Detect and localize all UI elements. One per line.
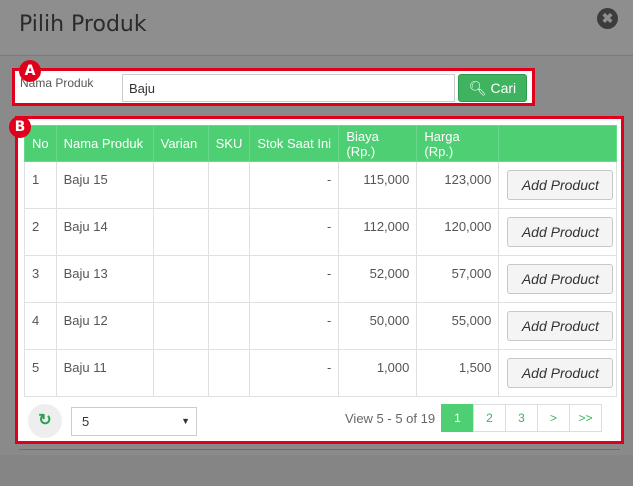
- cell-stok: -: [249, 161, 340, 209]
- table-row: 2 Baju 14 - 112,000 120,000 Add Product: [24, 208, 618, 256]
- results-table-highlight: No Nama Produk Varian SKU Stok Saat Ini …: [15, 116, 624, 444]
- add-product-button[interactable]: Add Product: [507, 170, 614, 200]
- cell-biaya: 52,000: [338, 255, 418, 303]
- cell-biaya: 112,000: [338, 208, 418, 256]
- per-page-select[interactable]: 5 ▼: [71, 407, 197, 436]
- modal-header: Pilih Produk ✖: [0, 0, 633, 56]
- col-stok: Stok Saat Ini: [249, 125, 340, 162]
- cell-action: Add Product: [498, 255, 618, 303]
- col-biaya: Biaya (Rp.): [338, 125, 418, 162]
- table-header-row: No Nama Produk Varian SKU Stok Saat Ini …: [24, 125, 618, 162]
- cell-name: Baju 14: [55, 208, 154, 256]
- cell-stok: -: [249, 255, 340, 303]
- col-name: Nama Produk: [55, 125, 154, 162]
- table-row: 3 Baju 13 - 52,000 57,000 Add Product: [24, 255, 618, 303]
- col-varian: Varian: [152, 125, 209, 162]
- annotation-badge-a: A: [19, 60, 41, 82]
- table-row: 4 Baju 12 - 50,000 55,000 Add Product: [24, 302, 618, 350]
- page-last[interactable]: >>: [569, 404, 602, 432]
- cell-action: Add Product: [498, 161, 618, 209]
- cell-stok: -: [249, 349, 340, 397]
- cell-varian: [152, 349, 209, 397]
- cell-sku: [207, 349, 251, 397]
- cell-varian: [152, 302, 209, 350]
- cell-no: 2: [24, 208, 57, 256]
- cell-sku: [207, 208, 251, 256]
- col-sku: SKU: [207, 125, 251, 162]
- add-product-button[interactable]: Add Product: [507, 264, 614, 294]
- product-name-input[interactable]: [122, 74, 455, 102]
- cell-biaya: 115,000: [338, 161, 418, 209]
- cell-name: Baju 11: [55, 349, 154, 397]
- modal-title: Pilih Produk: [19, 12, 147, 37]
- search-bar-highlight: Nama Produk 🔍︎ Cari: [12, 68, 535, 106]
- close-icon[interactable]: ✖: [597, 8, 618, 29]
- table-row: 5 Baju 11 - 1,000 1,500 Add Product: [24, 349, 618, 397]
- cell-no: 5: [24, 349, 57, 397]
- cell-name: Baju 15: [55, 161, 154, 209]
- cell-harga: 55,000: [416, 302, 500, 350]
- add-product-button[interactable]: Add Product: [507, 311, 614, 341]
- cell-varian: [152, 161, 209, 209]
- caret-down-icon: ▼: [181, 416, 190, 426]
- table-footer: ↻ 5 ▼ View 5 - 5 of 19 1 2 3 > >>: [24, 401, 615, 439]
- cell-stok: -: [249, 302, 340, 350]
- pagination-summary: View 5 - 5 of 19: [345, 411, 436, 426]
- refresh-button[interactable]: ↻: [28, 404, 62, 438]
- cell-harga: 120,000: [416, 208, 500, 256]
- page-1[interactable]: 1: [441, 404, 474, 432]
- page-3[interactable]: 3: [505, 404, 538, 432]
- cell-harga: 57,000: [416, 255, 500, 303]
- page-2[interactable]: 2: [473, 404, 506, 432]
- col-action: [498, 125, 618, 162]
- cell-no: 3: [24, 255, 57, 303]
- per-page-value: 5: [82, 414, 90, 429]
- cell-no: 4: [24, 302, 57, 350]
- cell-action: Add Product: [498, 302, 618, 350]
- cell-biaya: 1,000: [338, 349, 418, 397]
- table-row: 1 Baju 15 - 115,000 123,000 Add Product: [24, 161, 618, 209]
- cell-biaya: 50,000: [338, 302, 418, 350]
- annotation-badge-b: B: [9, 116, 31, 138]
- cell-name: Baju 12: [55, 302, 154, 350]
- cell-sku: [207, 161, 251, 209]
- cell-sku: [207, 255, 251, 303]
- cell-varian: [152, 255, 209, 303]
- add-product-button[interactable]: Add Product: [507, 217, 614, 247]
- cell-action: Add Product: [498, 208, 618, 256]
- cell-no: 1: [24, 161, 57, 209]
- cell-name: Baju 13: [55, 255, 154, 303]
- cell-harga: 123,000: [416, 161, 500, 209]
- search-button[interactable]: 🔍︎ Cari: [458, 74, 527, 102]
- cell-action: Add Product: [498, 349, 618, 397]
- page-next[interactable]: >: [537, 404, 570, 432]
- cell-stok: -: [249, 208, 340, 256]
- modal-backdrop: [0, 450, 633, 486]
- product-table: No Nama Produk Varian SKU Stok Saat Ini …: [24, 125, 618, 397]
- search-icon: 🔍︎: [468, 80, 487, 96]
- cell-sku: [207, 302, 251, 350]
- pagination: 1 2 3 > >>: [441, 404, 602, 432]
- refresh-icon: ↻: [38, 412, 52, 429]
- cell-harga: 1,500: [416, 349, 500, 397]
- cell-varian: [152, 208, 209, 256]
- search-button-label: Cari: [490, 80, 517, 96]
- col-harga: Harga (Rp.): [416, 125, 500, 162]
- add-product-button[interactable]: Add Product: [507, 358, 614, 388]
